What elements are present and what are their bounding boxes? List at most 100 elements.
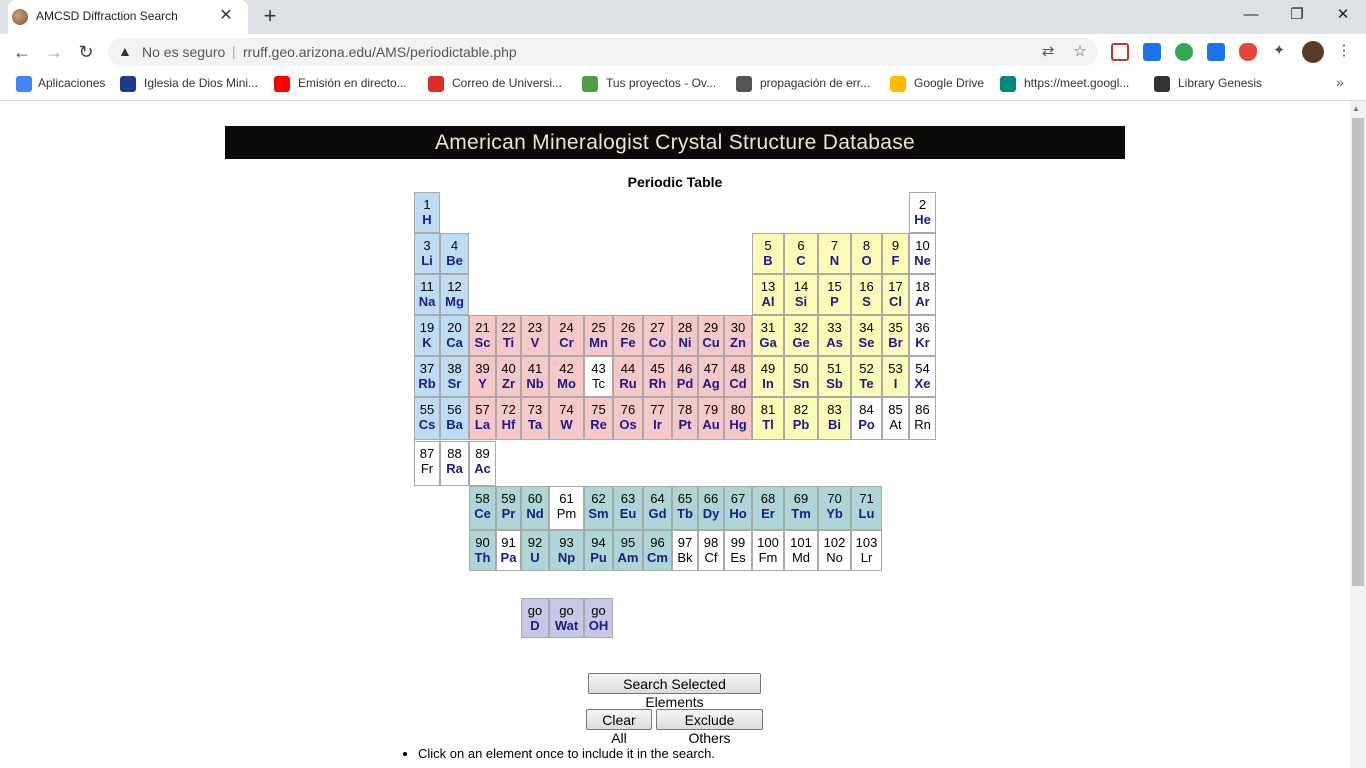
- element-cell-at[interactable]: 85 At: [882, 397, 909, 440]
- element-cell-bi[interactable]: 83 Bi: [818, 397, 851, 440]
- bookmark-item[interactable]: Aplicaciones: [38, 76, 105, 90]
- forward-button[interactable]: →: [42, 40, 66, 64]
- element-cell-ta[interactable]: 73 Ta: [521, 397, 549, 440]
- element-cell-er[interactable]: 68 Er: [752, 486, 784, 530]
- element-cell-h[interactable]: 1H: [414, 192, 440, 233]
- element-cell-cd[interactable]: 48 Cd: [724, 356, 752, 397]
- element-cell-co[interactable]: 27 Co: [643, 315, 672, 356]
- url-text[interactable]: rruff.geo.arizona.edu/AMS/periodictable.…: [243, 44, 517, 60]
- menu-kebab-icon[interactable]: ⋮: [1334, 41, 1354, 61]
- element-cell-dy[interactable]: 66 Dy: [698, 486, 724, 530]
- element-cell-sr[interactable]: 38 Sr: [440, 356, 469, 397]
- element-cell-cm[interactable]: 96 Cm: [643, 530, 672, 571]
- exclude-others-button[interactable]: Exclude Others: [656, 709, 763, 746]
- element-cell-au[interactable]: 79 Au: [698, 397, 724, 440]
- element-cell-he[interactable]: 2 He: [909, 192, 936, 233]
- minimize-button[interactable]: —: [1228, 0, 1274, 32]
- element-cell-cf[interactable]: 98 Cf: [698, 530, 724, 571]
- element-cell-pa[interactable]: 91 Pa: [496, 530, 521, 571]
- element-cell-ar[interactable]: 18 Ar: [909, 274, 936, 315]
- element-cell-ga[interactable]: 31 Ga: [752, 315, 784, 356]
- element-cell-xe[interactable]: 54 Xe: [909, 356, 936, 397]
- element-cell-ca[interactable]: 20 Ca: [440, 315, 469, 356]
- element-cell-y[interactable]: 39 Y: [469, 356, 496, 397]
- bookmark-item[interactable]: Google Drive: [914, 76, 984, 90]
- back-button[interactable]: ←: [10, 40, 34, 64]
- clear-all-button[interactable]: Clear All: [586, 709, 652, 746]
- element-cell-ag[interactable]: 47 Ag: [698, 356, 724, 397]
- extension-tasks-icon[interactable]: [1207, 43, 1225, 61]
- element-cell-cl[interactable]: 17 Cl: [882, 274, 909, 315]
- element-cell-th[interactable]: 90 Th: [469, 530, 496, 571]
- element-cell-u[interactable]: 92 U: [521, 530, 549, 571]
- new-tab-button[interactable]: +: [258, 5, 282, 29]
- element-cell-br[interactable]: 35 Br: [882, 315, 909, 356]
- profile-avatar[interactable]: [1302, 41, 1324, 63]
- element-cell-zn[interactable]: 30 Zn: [724, 315, 752, 356]
- element-cell-b[interactable]: 5B: [752, 233, 784, 274]
- element-cell-cs[interactable]: 55 Cs: [414, 397, 440, 440]
- element-cell-oh[interactable]: go OH: [584, 598, 613, 638]
- element-cell-sc[interactable]: 21 Sc: [469, 315, 496, 356]
- element-cell-mn[interactable]: 25 Mn: [584, 315, 613, 356]
- element-cell-gd[interactable]: 64 Gd: [643, 486, 672, 530]
- extensions-puzzle-icon[interactable]: ✦: [1269, 41, 1289, 61]
- element-cell-o[interactable]: 8O: [851, 233, 882, 274]
- element-cell-cr[interactable]: 24 Cr: [549, 315, 584, 356]
- extension-shield-icon[interactable]: [1239, 43, 1257, 61]
- element-cell-wat[interactable]: go Wat: [549, 598, 584, 638]
- element-cell-ni[interactable]: 28 Ni: [672, 315, 698, 356]
- element-cell-ir[interactable]: 77 Ir: [643, 397, 672, 440]
- element-cell-ra[interactable]: 88 Ra: [440, 441, 469, 486]
- element-cell-n[interactable]: 7N: [818, 233, 851, 274]
- element-cell-la[interactable]: 57 La: [469, 397, 496, 440]
- element-cell-np[interactable]: 93 Np: [549, 530, 584, 571]
- element-cell-nb[interactable]: 41 Nb: [521, 356, 549, 397]
- element-cell-ne[interactable]: 10 Ne: [909, 233, 936, 274]
- bookmark-star-icon[interactable]: ☆: [1070, 42, 1090, 62]
- element-cell-ho[interactable]: 67 Ho: [724, 486, 752, 530]
- element-cell-fe[interactable]: 26 Fe: [613, 315, 643, 356]
- element-cell-be[interactable]: 4 Be: [440, 233, 469, 274]
- element-cell-as[interactable]: 33 As: [818, 315, 851, 356]
- element-cell-kr[interactable]: 36 Kr: [909, 315, 936, 356]
- element-cell-p[interactable]: 15 P: [818, 274, 851, 315]
- element-cell-in[interactable]: 49 In: [752, 356, 784, 397]
- element-cell-es[interactable]: 99 Es: [724, 530, 752, 571]
- more-bookmarks-icon[interactable]: »: [1336, 74, 1344, 90]
- reload-button[interactable]: ↻: [74, 40, 98, 64]
- search-selected-button[interactable]: Search Selected Elements: [588, 673, 761, 710]
- element-cell-re[interactable]: 75 Re: [584, 397, 613, 440]
- element-cell-nd[interactable]: 60 Nd: [521, 486, 549, 530]
- element-cell-tm[interactable]: 69 Tm: [784, 486, 818, 530]
- element-cell-ac[interactable]: 89 Ac: [469, 441, 496, 486]
- bookmark-item[interactable]: https://meet.googl...: [1024, 76, 1129, 90]
- element-cell-v[interactable]: 23 V: [521, 315, 549, 356]
- element-cell-se[interactable]: 34 Se: [851, 315, 882, 356]
- element-cell-po[interactable]: 84 Po: [851, 397, 882, 440]
- element-cell-cu[interactable]: 29 Cu: [698, 315, 724, 356]
- element-cell-tl[interactable]: 81 Tl: [752, 397, 784, 440]
- element-cell-rn[interactable]: 86 Rn: [909, 397, 936, 440]
- element-cell-tc[interactable]: 43 Tc: [584, 356, 613, 397]
- bookmark-item[interactable]: Iglesia de Dios Mini...: [144, 76, 258, 90]
- element-cell-s[interactable]: 16 S: [851, 274, 882, 315]
- bookmark-item[interactable]: Tus proyectos - Ov...: [606, 76, 716, 90]
- element-cell-te[interactable]: 52 Te: [851, 356, 882, 397]
- element-cell-sn[interactable]: 50 Sn: [784, 356, 818, 397]
- element-cell-os[interactable]: 76 Os: [613, 397, 643, 440]
- element-cell-ru[interactable]: 44 Ru: [613, 356, 643, 397]
- scroll-up-icon[interactable]: ▲: [1352, 104, 1360, 113]
- element-cell-yb[interactable]: 70 Yb: [818, 486, 851, 530]
- element-cell-w[interactable]: 74 W: [549, 397, 584, 440]
- element-cell-pd[interactable]: 46 Pd: [672, 356, 698, 397]
- bookmark-item[interactable]: propagación de err...: [760, 76, 870, 90]
- element-cell-lr[interactable]: 103 Lr: [851, 530, 882, 571]
- element-cell-md[interactable]: 101 Md: [784, 530, 818, 571]
- element-cell-si[interactable]: 14 Si: [784, 274, 818, 315]
- element-cell-mg[interactable]: 12 Mg: [440, 274, 469, 315]
- element-cell-sb[interactable]: 51 Sb: [818, 356, 851, 397]
- element-cell-eu[interactable]: 63 Eu: [613, 486, 643, 530]
- bookmark-item[interactable]: Library Genesis: [1178, 76, 1262, 90]
- element-cell-lu[interactable]: 71 Lu: [851, 486, 882, 530]
